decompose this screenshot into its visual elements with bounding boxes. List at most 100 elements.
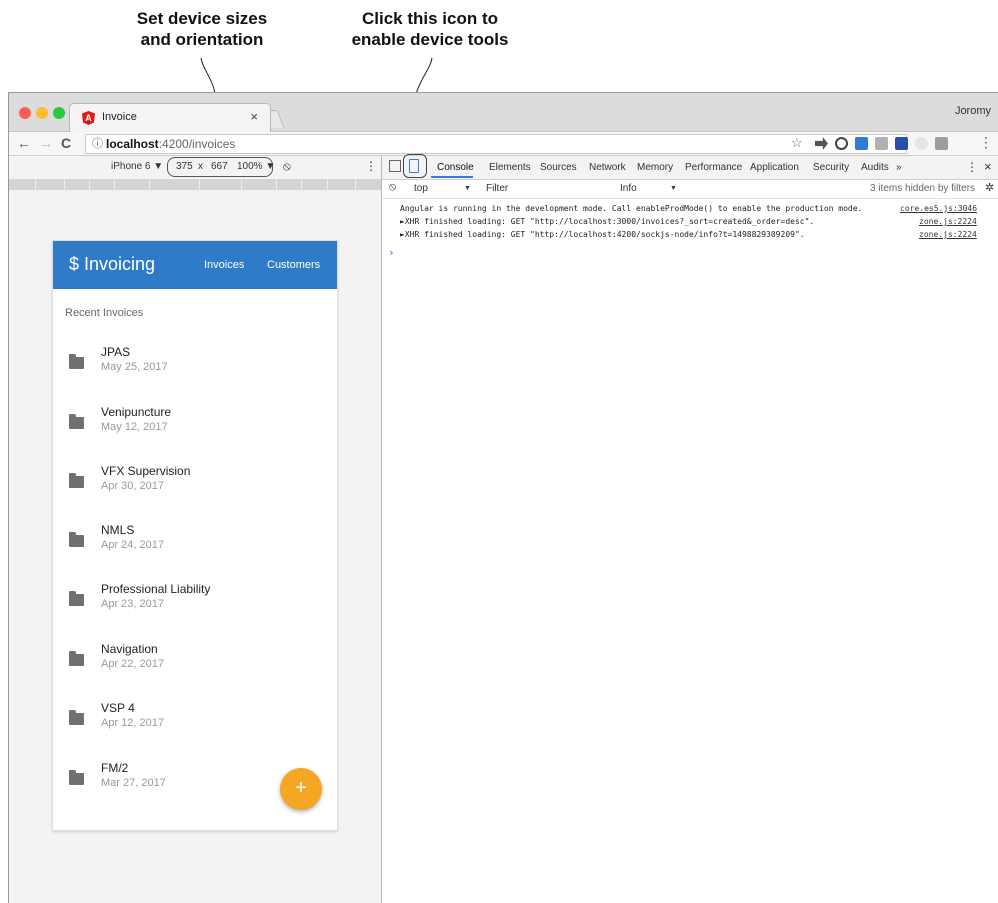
tab-performance[interactable]: Performance (685, 162, 742, 173)
invoice-name: NMLS (101, 523, 135, 537)
invoice-date: May 25, 2017 (101, 361, 168, 373)
console-filter-bar: ⦸ top ▼ Filter Info ▼ 3 items hidden by … (382, 180, 998, 199)
invoice-list-item[interactable]: NMLS Apr 24, 2017 (53, 523, 337, 581)
invoice-date: May 12, 2017 (101, 421, 168, 433)
folder-icon (69, 710, 84, 725)
add-invoice-fab[interactable]: + (280, 768, 322, 810)
extension-grid-icon[interactable] (875, 137, 888, 150)
invoice-date: Mar 27, 2017 (101, 777, 166, 789)
url-field[interactable]: ⓘ localhost:4200/invoices (85, 134, 907, 154)
tab-audits[interactable]: Audits (861, 162, 889, 173)
invoice-list-item[interactable]: Navigation Apr 22, 2017 (53, 642, 337, 700)
back-arrow-icon[interactable]: ← (17, 135, 31, 151)
recent-invoices-heading: Recent Invoices (65, 307, 144, 319)
folder-icon (69, 651, 84, 666)
tab-application[interactable]: Application (750, 162, 799, 173)
invoice-name: VFX Supervision (101, 464, 191, 478)
console-filter-input[interactable]: Filter (486, 183, 508, 194)
device-width-input[interactable]: 375 (176, 161, 193, 172)
context-select[interactable]: top (414, 183, 428, 194)
device-height-input[interactable]: 667 (211, 161, 228, 172)
tab-security[interactable]: Security (813, 162, 849, 173)
folder-icon (69, 532, 84, 547)
invoice-name: Venipuncture (101, 405, 172, 419)
active-tab-indicator (431, 176, 473, 178)
log-level-select[interactable]: Info (620, 183, 637, 194)
console-message[interactable]: ►XHR finished loading: GET "http://local… (400, 217, 814, 226)
invoice-name: Professional Liability (101, 582, 211, 596)
invoice-date: Apr 22, 2017 (101, 658, 164, 670)
console-message[interactable]: ►XHR finished loading: GET "http://local… (400, 230, 805, 239)
title-bar: A Invoice × Joromy (9, 93, 998, 132)
minimize-window-button[interactable] (36, 107, 48, 119)
inspect-element-icon[interactable] (389, 160, 401, 172)
extension-circle-icon[interactable] (915, 137, 928, 150)
console-prompt[interactable]: › (388, 246, 395, 259)
tab-console[interactable]: Console (437, 162, 474, 173)
invoice-list-item[interactable]: JPAS May 25, 2017 (53, 345, 337, 403)
console-source-link[interactable]: core.es5.js:3046 (900, 204, 977, 213)
rotate-icon[interactable]: ⦸ (283, 159, 291, 174)
extension-s-icon[interactable] (855, 137, 868, 150)
devtools-tab-bar: Console Elements Sources Network Memory … (382, 154, 998, 180)
app-toolbar: $ Invoicing Invoices Customers (53, 241, 337, 289)
folder-icon (69, 473, 84, 488)
clear-console-icon[interactable]: ⦸ (389, 181, 396, 194)
profile-name[interactable]: Joromy (955, 105, 991, 117)
console-source-link[interactable]: zone.js:2224 (919, 230, 977, 239)
tab-elements[interactable]: Elements (489, 162, 531, 173)
extension-book-icon[interactable] (895, 137, 908, 150)
tab-title: Invoice (102, 111, 137, 123)
site-info-icon[interactable]: ⓘ (92, 135, 103, 153)
context-dropdown-arrow-icon[interactable]: ▼ (464, 185, 471, 192)
reload-icon[interactable]: C (61, 135, 71, 151)
device-toolbar: iPhone 6 ▼ 375 x 667 100% ▼ ⦸ ⋮ (9, 156, 381, 180)
console-settings-icon[interactable]: ✲ (985, 181, 994, 194)
invoice-list-item[interactable]: Venipuncture May 12, 2017 (53, 405, 337, 463)
hidden-items-count: 3 items hidden by filters (870, 183, 976, 194)
invoice-name: Navigation (101, 642, 158, 656)
devtools-menu-icon[interactable]: ⋮ (966, 160, 978, 174)
forward-arrow-icon[interactable]: → (39, 135, 53, 151)
url-host: localhost (106, 137, 159, 151)
invoice-date: Apr 30, 2017 (101, 480, 164, 492)
more-tabs-icon[interactable]: » (896, 162, 902, 173)
maximize-window-button[interactable] (53, 107, 65, 119)
extension-image-icon[interactable] (935, 137, 948, 150)
tab-network[interactable]: Network (589, 162, 626, 173)
tab-close-icon[interactable]: × (250, 109, 258, 124)
toggle-device-toolbar-icon[interactable] (409, 159, 419, 173)
invoice-date: Apr 24, 2017 (101, 539, 164, 551)
invoice-date: Apr 23, 2017 (101, 598, 164, 610)
nav-customers-link[interactable]: Customers (267, 259, 320, 271)
device-toolbar-more-icon[interactable]: ⋮ (365, 159, 377, 173)
folder-icon (69, 354, 84, 369)
nav-invoices-link[interactable]: Invoices (204, 259, 244, 271)
devtools-close-icon[interactable]: × (984, 159, 992, 174)
media-query-ruler[interactable] (9, 180, 381, 190)
console-source-link[interactable]: zone.js:2224 (919, 217, 977, 226)
angular-favicon-icon: A (82, 111, 95, 125)
app-brand[interactable]: $ Invoicing (69, 254, 155, 275)
invoice-list-item[interactable]: VFX Supervision Apr 30, 2017 (53, 464, 337, 522)
device-select[interactable]: iPhone 6 ▼ (111, 161, 163, 172)
address-bar: ← → C ⓘ localhost:4200/invoices ☆ ⋮ (9, 132, 998, 156)
zoom-select[interactable]: 100% ▼ (237, 161, 275, 172)
invoice-list-item[interactable]: VSP 4 Apr 12, 2017 (53, 701, 337, 759)
browser-tab[interactable]: A Invoice × (69, 103, 271, 132)
bookmark-star-icon[interactable]: ☆ (791, 135, 803, 151)
invoice-list-item[interactable]: Professional Liability Apr 23, 2017 (53, 582, 337, 640)
invoice-name: JPAS (101, 345, 131, 359)
url-path: :4200/invoices (158, 137, 236, 151)
browser-menu-icon[interactable]: ⋮ (979, 134, 993, 151)
invoice-name: FM/2 (101, 761, 129, 775)
invoice-date: Apr 12, 2017 (101, 717, 164, 729)
invoice-name: VSP 4 (101, 701, 135, 715)
tab-sources[interactable]: Sources (540, 162, 577, 173)
log-level-dropdown-arrow-icon[interactable]: ▼ (670, 185, 677, 192)
close-window-button[interactable] (19, 107, 31, 119)
tab-memory[interactable]: Memory (637, 162, 673, 173)
folder-icon (69, 770, 84, 785)
emulated-device-viewport: $ Invoicing Invoices Customers Recent In… (52, 240, 338, 831)
extension-onepassword-icon[interactable] (835, 137, 848, 150)
